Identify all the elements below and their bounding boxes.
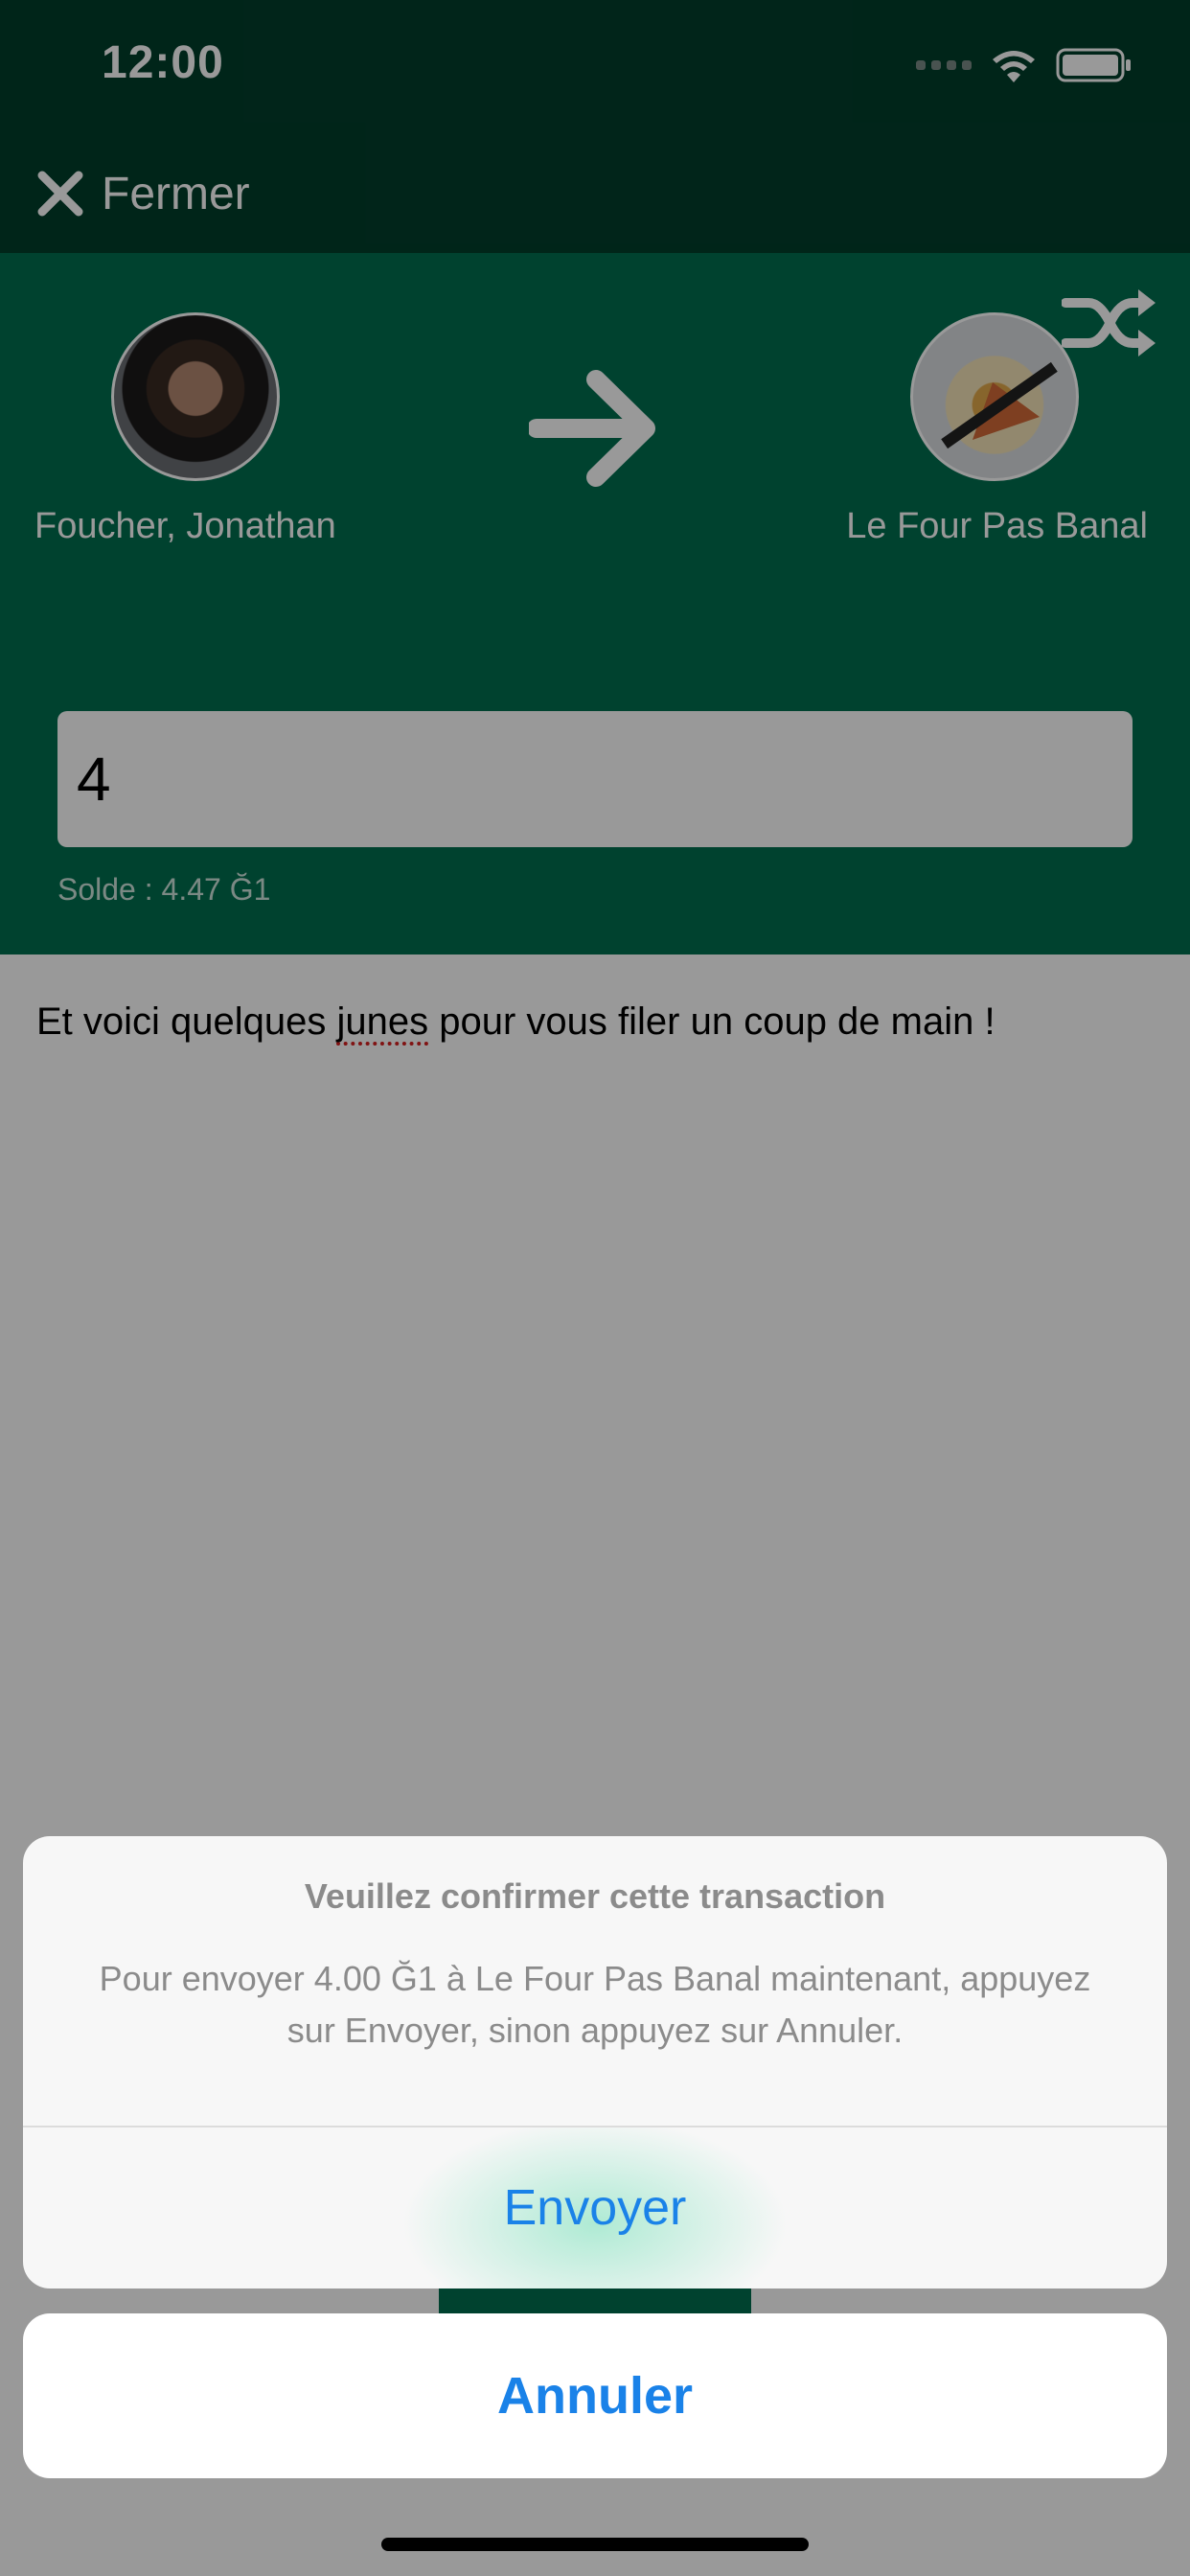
confirm-send-button[interactable]: Envoyer <box>23 2128 1167 2288</box>
dialog-title: Veuillez confirmer cette transaction <box>304 1876 886 1916</box>
home-indicator <box>381 2538 809 2551</box>
cancel-button[interactable]: Annuler <box>23 2313 1167 2478</box>
confirm-action-sheet: Veuillez confirmer cette transaction Pou… <box>23 1836 1167 2288</box>
transfer-screen: 12:00 Fermer Foucher, Jonathan Le Four P… <box>0 0 1190 2576</box>
dialog-message: Pour envoyer 4.00 Ğ1 à Le Four Pas Banal… <box>99 1959 1091 2050</box>
